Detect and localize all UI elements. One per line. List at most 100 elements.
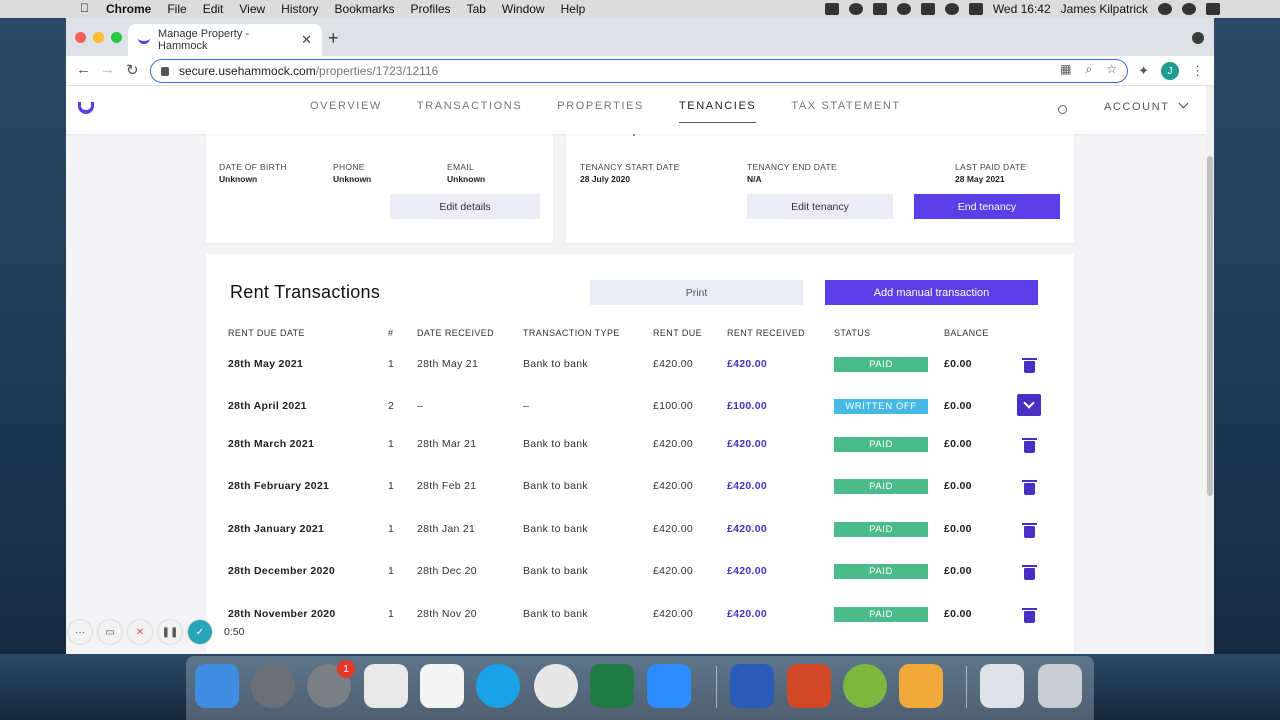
qr-code-icon[interactable]: ▦ (1060, 62, 1071, 77)
menu-history[interactable]: History (281, 2, 318, 16)
print-button[interactable]: Print (590, 280, 803, 305)
spotlight-icon[interactable] (1158, 3, 1172, 15)
menu-window[interactable]: Window (502, 2, 545, 16)
word-icon[interactable] (730, 664, 774, 708)
table-row[interactable]: 28th December 2020 1 28th Dec 20 Bank to… (206, 564, 1074, 595)
col-balance[interactable]: BALANCE (944, 328, 989, 338)
rent-received-cell[interactable]: £420.00 (727, 480, 767, 492)
col-rent-due-date[interactable]: RENT DUE DATE (228, 328, 305, 338)
screenshot-icon[interactable] (364, 664, 408, 708)
menubar-clock[interactable]: Wed 16:42 (993, 2, 1051, 16)
cancel-recording-icon[interactable]: ✕ (128, 620, 152, 644)
flag-icon[interactable] (920, 3, 935, 15)
bookmark-star-icon[interactable]: ☆ (1106, 62, 1117, 77)
rent-received-cell[interactable]: £420.00 (727, 523, 767, 535)
shield-icon[interactable] (896, 3, 911, 15)
col-rent-due[interactable]: RENT DUE (653, 328, 702, 338)
browser-tab[interactable]: Manage Property - Hammock ✕ (128, 24, 322, 56)
nav-tax-statement[interactable]: TAX STATEMENT (791, 100, 900, 123)
edit-tenancy-button[interactable]: Edit tenancy (747, 194, 893, 219)
cyberduck-icon[interactable] (899, 664, 943, 708)
table-row[interactable]: 28th November 2020 1 28th Nov 20 Bank to… (206, 607, 1074, 638)
keyboard-icon[interactable] (872, 3, 887, 15)
siri-icon[interactable] (1182, 3, 1196, 15)
trash-icon[interactable] (1022, 438, 1037, 453)
table-row[interactable]: 28th May 2021 1 28th May 21 Bank to bank… (206, 357, 1074, 388)
col-status[interactable]: STATUS (834, 328, 871, 338)
table-row[interactable]: 28th March 2021 1 28th Mar 21 Bank to ba… (206, 437, 1074, 468)
battery-icon[interactable] (968, 3, 983, 15)
trash-icon[interactable] (1022, 480, 1037, 495)
trash-icon[interactable] (1022, 608, 1037, 623)
end-tenancy-button[interactable]: End tenancy (914, 194, 1060, 219)
menu-edit[interactable]: Edit (203, 2, 224, 16)
menu-tab[interactable]: Tab (467, 2, 486, 16)
minimize-window-icon[interactable] (93, 32, 104, 43)
profile-avatar[interactable]: J (1161, 62, 1179, 80)
col-transaction-type[interactable]: TRANSACTION TYPE (523, 328, 620, 338)
nav-overview[interactable]: OVERVIEW (310, 100, 382, 123)
browser-menu-icon[interactable]: ⋮ (1191, 63, 1204, 79)
close-window-icon[interactable] (75, 32, 86, 43)
zoom-window-icon[interactable] (111, 32, 122, 43)
rent-received-cell[interactable]: £100.00 (727, 400, 767, 412)
pause-recording-icon[interactable]: ❚❚ (158, 620, 182, 644)
finish-recording-icon[interactable]: ✓ (188, 620, 212, 644)
chrome-icon[interactable] (534, 664, 578, 708)
menubar-user[interactable]: James Kilpatrick (1061, 2, 1148, 16)
camera-toggle-icon[interactable]: ▭ (98, 620, 122, 644)
col-number[interactable]: # (388, 328, 393, 338)
rent-received-cell[interactable]: £420.00 (727, 438, 767, 450)
minimized-window-icon[interactable] (980, 664, 1024, 708)
menu-help[interactable]: Help (561, 2, 586, 16)
rent-received-cell[interactable]: £420.00 (727, 358, 767, 370)
search-icon[interactable] (1058, 105, 1067, 114)
lock-icon[interactable] (161, 66, 169, 76)
tab-search-icon[interactable] (1192, 32, 1204, 44)
control-center-icon[interactable] (1206, 3, 1220, 15)
finder-icon[interactable] (195, 664, 239, 708)
tab-close-icon[interactable]: ✕ (301, 32, 312, 48)
chevron-down-icon[interactable] (1017, 394, 1041, 416)
menu-app[interactable]: Chrome (106, 2, 151, 16)
rent-received-cell[interactable]: £420.00 (727, 565, 767, 577)
slack-icon[interactable] (420, 664, 464, 708)
scrollbar-thumb[interactable] (1207, 156, 1213, 496)
reload-icon[interactable]: ↻ (126, 61, 139, 79)
wunderbucket-icon[interactable] (843, 664, 887, 708)
col-rent-received[interactable]: RENT RECEIVED (727, 328, 805, 338)
extensions-icon[interactable]: ✦ (1138, 63, 1149, 79)
edit-details-button[interactable]: Edit details (390, 194, 540, 219)
trash-icon[interactable] (1022, 565, 1037, 580)
col-date-received[interactable]: DATE RECEIVED (417, 328, 494, 338)
rent-received-cell[interactable]: £420.00 (727, 608, 767, 620)
powerpoint-icon[interactable] (787, 664, 831, 708)
trash-icon[interactable] (1022, 523, 1037, 538)
zoom-app-icon[interactable] (647, 664, 691, 708)
address-bar[interactable]: secure.usehammock.com/properties/1723/12… (150, 59, 1128, 83)
table-row[interactable]: 28th January 2021 1 28th Jan 21 Bank to … (206, 522, 1074, 553)
nav-tenancies[interactable]: TENANCIES (678, 100, 757, 123)
trash-icon[interactable] (1022, 358, 1037, 373)
back-icon[interactable]: ← (76, 61, 91, 78)
account-menu[interactable]: ACCOUNT (1104, 98, 1189, 113)
trash-bin-icon[interactable] (1038, 664, 1082, 708)
hammock-logo-icon[interactable] (78, 102, 94, 114)
menu-view[interactable]: View (239, 2, 265, 16)
zoom-icon[interactable]: ⌕ (1086, 62, 1093, 77)
nav-properties[interactable]: PROPERTIES (557, 100, 644, 123)
launchpad-icon[interactable] (251, 664, 295, 708)
skype-icon[interactable] (476, 664, 520, 708)
wifi-icon[interactable] (944, 3, 959, 15)
page-scrollbar[interactable] (1206, 86, 1214, 654)
new-tab-icon[interactable]: + (328, 28, 339, 49)
apple-icon[interactable]:  (80, 1, 89, 15)
menu-file[interactable]: File (167, 2, 186, 16)
excel-icon[interactable] (590, 664, 634, 708)
microphone-icon[interactable] (824, 3, 839, 15)
add-manual-transaction-button[interactable]: Add manual transaction (825, 280, 1038, 305)
nav-transactions[interactable]: TRANSACTIONS (417, 100, 522, 123)
menu-bookmarks[interactable]: Bookmarks (335, 2, 395, 16)
menu-profiles[interactable]: Profiles (411, 2, 451, 16)
forward-icon[interactable]: → (100, 61, 115, 78)
